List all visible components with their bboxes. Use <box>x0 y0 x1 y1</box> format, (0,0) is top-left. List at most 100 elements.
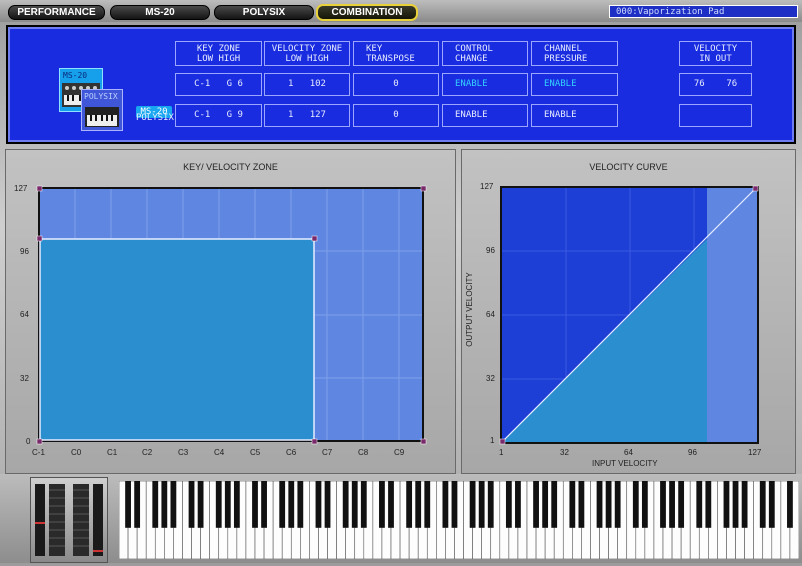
polysix-transpose-field[interactable]: 0 <box>353 104 439 127</box>
vc-x-tick-96: 96 <box>688 448 697 457</box>
black-key[interactable] <box>288 481 295 528</box>
black-key[interactable] <box>351 481 358 528</box>
ms20-channel-pressure-field[interactable]: ENABLE <box>531 73 618 96</box>
black-key[interactable] <box>424 481 431 528</box>
black-key[interactable] <box>415 481 422 528</box>
velocity-curve-graph[interactable] <box>462 150 797 475</box>
black-key[interactable] <box>705 481 712 528</box>
kv-x-tick-c2: C2 <box>142 448 153 457</box>
black-key[interactable] <box>569 481 576 528</box>
black-key[interactable] <box>252 481 258 528</box>
velocity-io-header-sub: IN OUT <box>699 54 732 64</box>
black-key[interactable] <box>342 481 349 528</box>
tab-polysix[interactable]: POLYSIX <box>214 5 314 20</box>
black-key[interactable] <box>669 481 675 528</box>
black-key[interactable] <box>787 481 793 528</box>
black-key[interactable] <box>134 481 141 528</box>
ms20-control-change-field[interactable]: ENABLE <box>442 73 528 96</box>
black-key[interactable] <box>324 481 331 528</box>
black-key[interactable] <box>152 481 159 528</box>
polysix-channel-pressure-field[interactable]: ENABLE <box>531 104 618 127</box>
black-key[interactable] <box>505 481 512 528</box>
black-key[interactable] <box>125 481 131 528</box>
ms20-key-zone-field[interactable]: C-1 G 6 <box>175 73 262 96</box>
black-key[interactable] <box>233 481 240 528</box>
tab-ms20[interactable]: MS-20 <box>110 5 210 20</box>
black-key[interactable] <box>551 481 558 528</box>
black-key[interactable] <box>388 481 394 528</box>
velocity-zone-header-sub: LOW HIGH <box>285 54 329 64</box>
vc-x-axis-label: INPUT VELOCITY <box>592 459 658 468</box>
ms20-vel-low[interactable]: 1 <box>288 79 293 89</box>
black-key[interactable] <box>487 481 494 528</box>
black-key[interactable] <box>406 481 413 528</box>
black-key[interactable] <box>768 481 775 528</box>
black-key[interactable] <box>605 481 612 528</box>
ms20-velocity-io-field[interactable]: 76 76 <box>679 73 752 96</box>
black-key[interactable] <box>759 481 766 528</box>
key-transpose-header-label: KEY <box>366 44 383 54</box>
vc-y-tick-127: 127 <box>480 182 494 191</box>
black-key[interactable] <box>170 481 177 528</box>
black-key[interactable] <box>741 481 748 528</box>
black-key[interactable] <box>188 481 195 528</box>
black-key[interactable] <box>678 481 685 528</box>
black-key[interactable] <box>379 481 385 528</box>
velocity-zone-header: VELOCITY ZONE LOW HIGH <box>264 41 350 66</box>
key-velocity-zone-graph[interactable] <box>6 150 457 475</box>
polysix-thumbnail[interactable]: POLYSIX <box>81 89 123 131</box>
ms20-velocity-zone-field[interactable]: 1 102 <box>264 73 350 96</box>
vc-x-tick-1: 1 <box>499 448 504 457</box>
key-velocity-zone-editor: KEY/ VELOCITY ZONE 127 96 64 32 0 C-1 C0… <box>5 149 456 474</box>
black-key[interactable] <box>224 481 231 528</box>
polysix-key-low[interactable]: C-1 <box>194 110 210 120</box>
polysix-row-label[interactable]: POLYSIX <box>136 113 174 123</box>
ms20-vel-high[interactable]: 102 <box>310 79 326 89</box>
black-key[interactable] <box>315 481 322 528</box>
black-key[interactable] <box>614 481 621 528</box>
black-key[interactable] <box>261 481 267 528</box>
preset-name-display[interactable]: 000:Vaporization Pad <box>609 5 798 18</box>
polysix-key-high[interactable]: G 9 <box>227 110 243 120</box>
black-key[interactable] <box>297 481 304 528</box>
black-key[interactable] <box>442 481 449 528</box>
black-key[interactable] <box>696 481 703 528</box>
polysix-velocity-zone-field[interactable]: 1 127 <box>264 104 350 127</box>
controller-wheels <box>30 477 108 563</box>
black-key[interactable] <box>641 481 648 528</box>
tab-combination[interactable]: COMBINATION <box>316 4 418 21</box>
black-key[interactable] <box>360 481 367 528</box>
polysix-vel-low[interactable]: 1 <box>288 110 293 120</box>
ms20-vel-out[interactable]: 76 <box>726 79 737 89</box>
control-change-header-sub: CHANGE <box>455 54 488 64</box>
black-key[interactable] <box>451 481 458 528</box>
black-key[interactable] <box>660 481 666 528</box>
modulation-wheel[interactable] <box>72 483 88 555</box>
polysix-velocity-io-field[interactable] <box>679 104 752 127</box>
polysix-control-change-field[interactable]: ENABLE <box>442 104 528 127</box>
polysix-key-zone-field[interactable]: C-1 G 9 <box>175 104 262 127</box>
ms20-key-high[interactable]: G 6 <box>227 79 243 89</box>
black-key[interactable] <box>197 481 204 528</box>
black-key[interactable] <box>533 481 539 528</box>
black-key[interactable] <box>478 481 485 528</box>
black-key[interactable] <box>279 481 286 528</box>
ms20-vel-in[interactable]: 76 <box>694 79 705 89</box>
kv-x-tick-c3: C3 <box>178 448 189 457</box>
ms20-transpose-field[interactable]: 0 <box>353 73 439 96</box>
black-key[interactable] <box>732 481 739 528</box>
black-key[interactable] <box>578 481 585 528</box>
pitch-bend-wheel[interactable] <box>48 483 64 555</box>
ms20-key-low[interactable]: C-1 <box>194 79 210 89</box>
black-key[interactable] <box>542 481 549 528</box>
black-key[interactable] <box>215 481 222 528</box>
black-key[interactable] <box>596 481 603 528</box>
black-key[interactable] <box>515 481 521 528</box>
tab-performance[interactable]: PERFORMANCE <box>8 5 105 20</box>
black-key[interactable] <box>723 481 730 528</box>
black-key[interactable] <box>632 481 639 528</box>
black-key[interactable] <box>469 481 476 528</box>
black-key[interactable] <box>161 481 168 528</box>
polysix-vel-high[interactable]: 127 <box>310 110 326 120</box>
piano-keyboard[interactable] <box>119 481 799 559</box>
